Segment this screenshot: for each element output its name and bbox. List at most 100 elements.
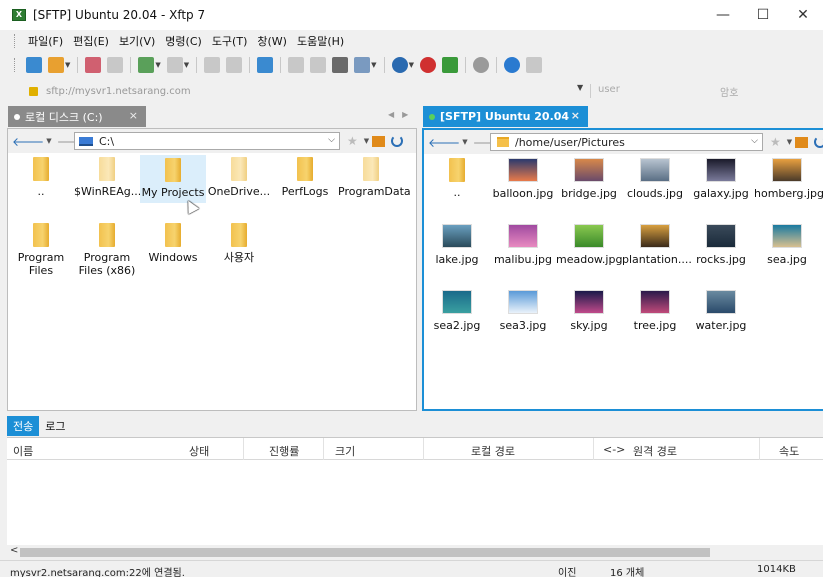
tab-local-disk[interactable]: 로컬 디스크 (C:) × [8,106,146,127]
tab-dropdown-icon[interactable]: ▼ [155,61,160,69]
user-field[interactable]: user [598,84,620,95]
remote-image-item[interactable]: sea2.jpg [424,290,490,332]
tab-local-close-icon[interactable]: × [129,109,138,122]
col-local-path[interactable]: 로컬 경로 [471,443,515,459]
menu-command[interactable]: 명령(C) [160,33,207,49]
connect-icon[interactable] [85,57,102,73]
open-dropdown-icon[interactable]: ▼ [65,61,70,69]
remote-folder-item[interactable]: .. [424,158,490,199]
menu-window[interactable]: 창(W) [252,33,292,49]
local-folder-item[interactable]: Program Files (x86) [74,223,140,277]
tab-transfer[interactable]: 전송 [7,416,40,436]
back-arrow-icon[interactable]: 🡐 [12,134,44,149]
remote-image-item[interactable]: bridge.jpg [556,158,622,200]
col-direction[interactable]: <-> [603,443,625,456]
col-name[interactable]: 이름 [13,443,33,459]
chat-icon[interactable] [525,57,542,73]
favorite-dropdown-icon[interactable]: ▼ [787,138,792,146]
col-speed[interactable]: 속도 [779,443,799,459]
remote-image-item[interactable]: sea3.jpg [490,290,556,332]
favorite-dropdown-icon[interactable]: ▼ [364,137,369,145]
col-remote-path[interactable]: 원격 경로 [633,443,677,459]
back-dropdown-icon[interactable]: ▼ [462,138,467,146]
home-icon[interactable] [372,135,386,147]
remote-path-input[interactable]: /home/user/Pictures ⌵ [490,133,763,151]
refresh-icon[interactable] [814,136,823,148]
remote-image-item[interactable]: sea.jpg [754,224,820,266]
refresh-icon[interactable] [391,135,404,147]
favorite-star-icon[interactable]: ★ [770,135,781,149]
settings-gear-icon[interactable] [472,57,489,73]
layout-icon[interactable] [354,57,371,73]
remote-image-item[interactable]: lake.jpg [424,224,490,266]
xshell-icon[interactable] [419,57,436,73]
local-folder-item[interactable]: PerfLogs [272,157,338,198]
screen-dropdown-icon[interactable]: ▼ [184,61,189,69]
horizontal-scrollbar[interactable]: < [7,545,823,560]
scroll-left-icon[interactable]: < [10,545,18,556]
col-progress[interactable]: 진행률 [269,443,299,459]
remote-image-item[interactable]: galaxy.jpg [688,158,754,200]
local-folder-item[interactable]: Windows [140,223,206,264]
globe-dropdown-icon[interactable]: ▼ [409,61,414,69]
home-icon[interactable] [795,136,809,148]
back-dropdown-icon[interactable]: ▼ [46,137,51,145]
menu-edit[interactable]: 편집(E) [68,33,114,49]
column-divider[interactable] [593,438,594,460]
address-dropdown-icon[interactable]: ▼ [577,83,583,92]
close-button[interactable]: ✕ [783,0,823,30]
xftp-icon[interactable] [441,57,458,73]
remote-image-item[interactable]: water.jpg [688,290,754,332]
screen-icon[interactable] [166,57,183,73]
menu-file[interactable]: 파일(F) [23,33,68,49]
tab-scroll-arrows-icon[interactable]: ◀▶ [388,110,416,119]
column-divider[interactable] [323,438,324,460]
password-field[interactable]: 암호 [720,84,738,99]
remote-image-item[interactable]: rocks.jpg [688,224,754,266]
menu-tools[interactable]: 도구(T) [207,33,253,49]
help-icon[interactable] [503,57,520,73]
local-folder-item[interactable]: OneDrive... [206,157,272,198]
properties-icon[interactable] [288,57,305,73]
tab-sftp-ubuntu[interactable]: [SFTP] Ubuntu 20.04 × [423,106,588,127]
remote-image-item[interactable]: tree.jpg [622,290,688,332]
address-input[interactable]: sftp://mysvr1.netsarang.com [46,86,191,97]
new-tab-icon[interactable] [138,57,155,73]
remote-image-item[interactable]: sky.jpg [556,290,622,332]
remote-image-item[interactable]: plantation.... [622,224,692,266]
delete-icon[interactable] [310,57,327,73]
remote-image-item[interactable]: malibu.jpg [490,224,556,266]
local-folder-item[interactable]: My Projects [140,155,206,203]
scroll-thumb[interactable] [20,548,710,557]
path-dropdown-icon[interactable]: ⌵ [751,136,758,146]
remote-image-item[interactable]: meadow.jpg [556,224,622,266]
local-folder-item[interactable]: Program Files [8,223,74,277]
remote-image-item[interactable]: balloon.jpg [490,158,556,200]
local-folder-item[interactable]: $WinREAg... [74,157,141,198]
menu-grip[interactable] [14,34,17,48]
copy-icon[interactable] [204,57,221,73]
back-arrow-icon[interactable]: 🡐 [428,135,460,150]
local-folder-item[interactable]: 사용자 [206,223,272,264]
tab-log[interactable]: 로그 [39,416,71,436]
menu-view[interactable]: 보기(V) [114,33,160,49]
open-folder-icon[interactable] [48,57,64,73]
column-divider[interactable] [243,438,244,460]
path-dropdown-icon[interactable]: ⌵ [328,135,335,145]
maximize-button[interactable]: ☐ [743,0,783,30]
toolbar-grip[interactable] [14,58,17,72]
local-folder-item[interactable]: .. [8,157,74,198]
remote-image-item[interactable]: homberg.jpg [754,158,823,200]
layout-dropdown-icon[interactable]: ▼ [371,61,376,69]
local-path-input[interactable]: C:\ ⌵ [74,132,340,150]
tab-sftp-close-icon[interactable]: × [571,109,580,122]
favorite-star-icon[interactable]: ★ [347,134,358,148]
disconnect-icon[interactable] [107,57,124,73]
column-divider[interactable] [423,438,424,460]
view-icon[interactable] [332,57,349,73]
col-status[interactable]: 상태 [189,443,209,459]
new-session-icon[interactable] [26,57,42,73]
globe-icon[interactable] [391,57,408,73]
sync-icon[interactable] [257,57,274,73]
column-divider[interactable] [759,438,760,460]
